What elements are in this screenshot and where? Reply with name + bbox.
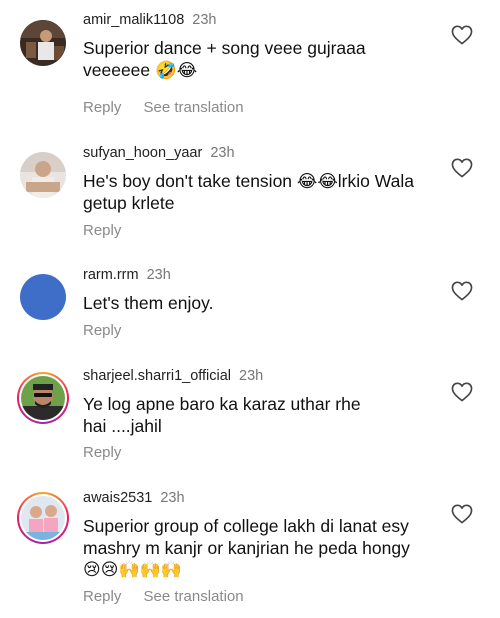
comment-text: He's boy don't take tension 😂😂lrkio Wala… bbox=[83, 170, 428, 214]
avatar[interactable] bbox=[20, 152, 66, 198]
avatar[interactable] bbox=[17, 372, 69, 424]
comment-actions: Reply See translation bbox=[83, 99, 262, 116]
heart-outline-icon[interactable] bbox=[451, 281, 473, 301]
username[interactable]: awais2531 bbox=[83, 490, 152, 506]
comment-line: getup krlete bbox=[83, 193, 175, 213]
comment-meta: sharjeel.sharri1_official 23h bbox=[83, 368, 263, 384]
avatar-image bbox=[21, 496, 65, 540]
timestamp: 23h bbox=[239, 368, 264, 384]
timestamp: 23h bbox=[160, 490, 185, 506]
timestamp: 23h bbox=[146, 267, 171, 283]
heart-outline-icon[interactable] bbox=[451, 382, 473, 402]
comment-text: Superior group of college lakh di lanat … bbox=[83, 515, 428, 581]
heart-outline-icon[interactable] bbox=[451, 25, 473, 45]
timestamp: 23h bbox=[210, 145, 235, 161]
heart-outline-icon[interactable] bbox=[451, 158, 473, 178]
timestamp: 23h bbox=[192, 12, 217, 28]
reply-button[interactable]: Reply bbox=[83, 222, 121, 239]
comment-line: Ye log apne baro ka karaz uthar rhe bbox=[83, 394, 361, 414]
reply-button[interactable]: Reply bbox=[83, 99, 121, 116]
avatar-story-ring bbox=[19, 374, 67, 422]
avatar[interactable] bbox=[20, 20, 66, 66]
see-translation-button[interactable]: See translation bbox=[144, 588, 244, 605]
comment-line: mashry m kanjr or kanjrian he peda hongy bbox=[83, 538, 410, 558]
heart-outline-icon[interactable] bbox=[451, 504, 473, 524]
comment-actions: Reply bbox=[83, 322, 139, 339]
comment-line: Superior dance + song veee gujraaa bbox=[83, 38, 366, 58]
username[interactable]: sharjeel.sharri1_official bbox=[83, 368, 231, 384]
comment-actions: Reply See translation bbox=[83, 588, 262, 605]
comment-line: Superior group of college lakh di lanat … bbox=[83, 516, 409, 536]
avatar[interactable] bbox=[17, 492, 69, 544]
comment-line: He's boy don't take tension 😂😂lrkio Wala bbox=[83, 171, 414, 191]
avatar-story-ring bbox=[19, 494, 67, 542]
username[interactable]: rarm.rrm bbox=[83, 267, 139, 283]
comment-text: Superior dance + song veee gujraaa veeee… bbox=[83, 37, 428, 81]
comment-line: 😢😢🙌🙌🙌 bbox=[83, 560, 182, 579]
comment-line: hai ....jahil bbox=[83, 416, 162, 436]
comment-actions: Reply bbox=[83, 444, 139, 461]
comment-meta: amir_malik1108 23h bbox=[83, 12, 216, 28]
username[interactable]: amir_malik1108 bbox=[83, 12, 184, 28]
comment-meta: awais2531 23h bbox=[83, 490, 185, 506]
comment-line: veeeeee 🤣😂 bbox=[83, 60, 198, 80]
reply-button[interactable]: Reply bbox=[83, 444, 121, 461]
comment-text: Ye log apne baro ka karaz uthar rhe hai … bbox=[83, 393, 428, 437]
comment-text: Let's them enjoy. bbox=[83, 292, 428, 314]
comment-meta: sufyan_hoon_yaar 23h bbox=[83, 145, 235, 161]
reply-button[interactable]: Reply bbox=[83, 588, 121, 605]
comment-actions: Reply bbox=[83, 222, 139, 239]
comment-meta: rarm.rrm 23h bbox=[83, 267, 171, 283]
see-translation-button[interactable]: See translation bbox=[144, 99, 244, 116]
comment-line: Let's them enjoy. bbox=[83, 293, 214, 313]
reply-button[interactable]: Reply bbox=[83, 322, 121, 339]
avatar-image bbox=[21, 376, 65, 420]
avatar[interactable] bbox=[20, 274, 66, 320]
username[interactable]: sufyan_hoon_yaar bbox=[83, 145, 202, 161]
